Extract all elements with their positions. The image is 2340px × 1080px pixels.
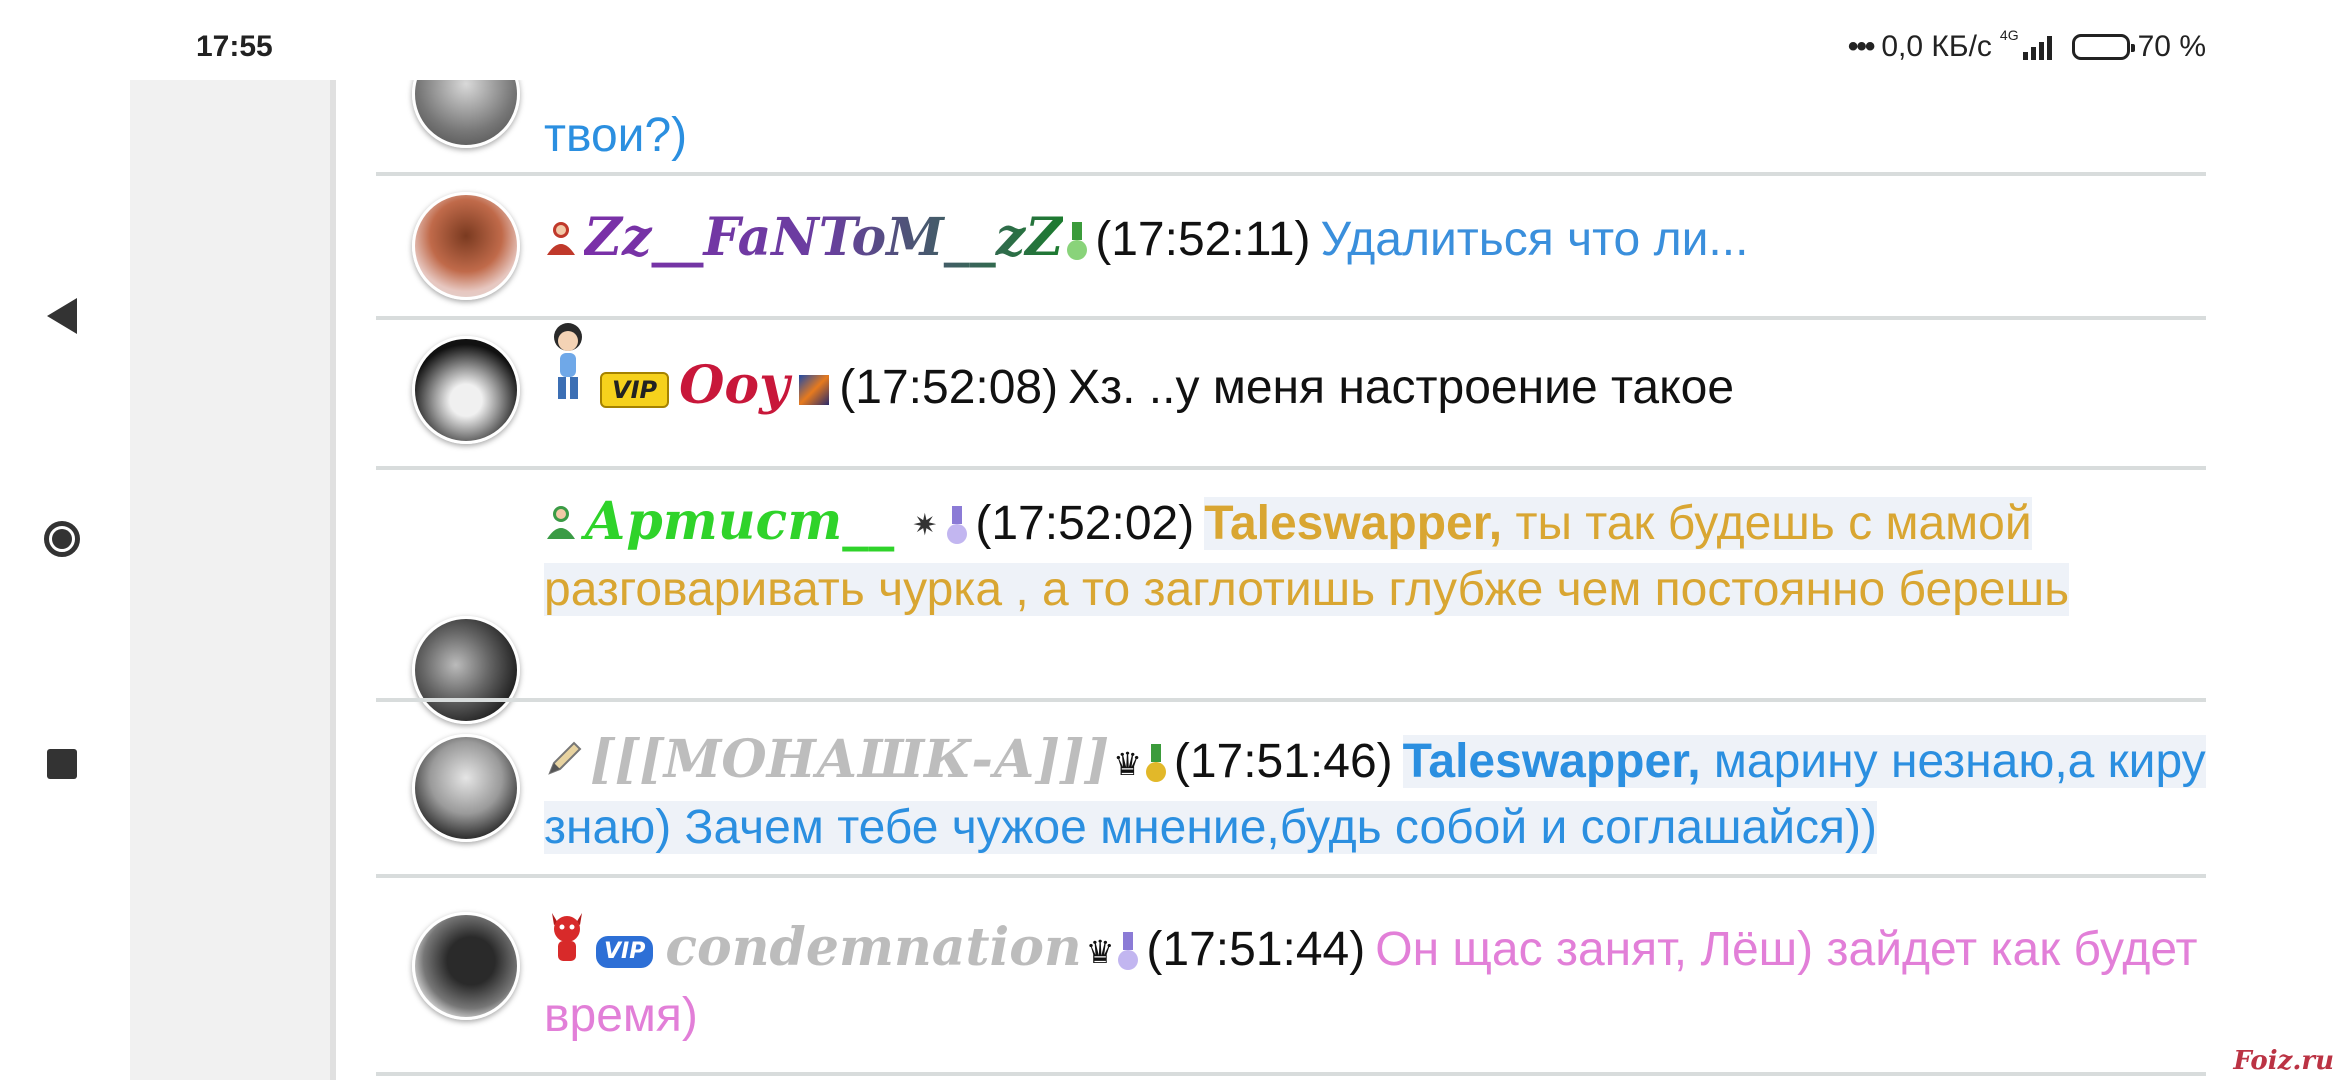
medal-icon — [1118, 932, 1139, 972]
user-avatar[interactable] — [412, 336, 520, 444]
crown-icon: ♛ — [1085, 934, 1115, 971]
status-indicators: ••• 0,0 КБ/с 4G 70 % — [1847, 27, 2206, 64]
watermark: Foiz.ru — [2233, 1046, 2334, 1076]
devil-icon — [544, 913, 590, 984]
recent-apps-icon — [47, 749, 77, 779]
chat-message[interactable]: Zz__FaNToM__zZ (17:52:11) Удалиться что ли… — [376, 176, 2212, 316]
user-nick[interactable]: Артист__ — [584, 491, 894, 552]
home-button[interactable] — [38, 515, 86, 563]
message-time: (17:51:44) — [1146, 923, 1366, 976]
message-text: твои?) — [544, 109, 688, 162]
medal-icon — [1145, 744, 1166, 784]
message-time: (17:52:11) — [1095, 213, 1311, 266]
crown-icon: ♛ — [1113, 746, 1142, 783]
chat-list[interactable]: твои?) Zz__FaNToM__zZ (17:52:11) Удалиться… — [336, 80, 2260, 1080]
battery-icon — [2071, 34, 2135, 60]
message-text: Удалиться что ли... — [1320, 213, 1749, 266]
message-divider — [376, 1072, 2206, 1076]
message-addressee[interactable]: Taleswapper, — [1204, 497, 1502, 550]
status-icon — [799, 375, 830, 406]
chat-message[interactable]: VIP Ooy (17:52:08) Хз. ..у меня настроение … — [376, 320, 2212, 466]
user-avatar[interactable] — [412, 912, 520, 1020]
user-avatar[interactable] — [412, 734, 520, 842]
right-edge — [2260, 0, 2340, 1080]
vip-badge: VIP — [600, 372, 670, 409]
chat-message[interactable]: VIP condemnation ♛ (17:51:44) Он щас занят, … — [376, 878, 2212, 1080]
home-icon — [44, 521, 80, 557]
medal-icon — [947, 506, 968, 546]
user-nick[interactable]: Zz__FaNToM__zZ — [584, 207, 1063, 268]
male-user-icon — [544, 494, 578, 558]
user-avatar[interactable] — [412, 192, 520, 300]
pencil-icon — [544, 732, 584, 796]
back-button[interactable] — [38, 292, 86, 340]
message-text: Хз. ..у меня настроение такое — [1068, 361, 1735, 414]
message-time: (17:52:02) — [975, 497, 1195, 550]
network-speed: 0,0 КБ/с — [1881, 30, 1992, 63]
navigation-bar — [0, 0, 130, 1080]
status-bar: 17:55 ••• 0,0 КБ/с 4G 70 % — [130, 0, 2260, 80]
message-addressee[interactable]: Taleswapper, — [1403, 735, 1701, 788]
more-notifications-icon: ••• — [1847, 30, 1875, 63]
message-time: (17:51:46) — [1173, 735, 1393, 788]
left-gutter — [130, 80, 330, 1080]
user-nick[interactable]: [[[МОНАШК-А]]] — [590, 729, 1109, 790]
chat-message[interactable]: твои?) — [376, 80, 2212, 162]
user-nick[interactable]: condemnation — [665, 917, 1081, 978]
character-icon — [544, 323, 594, 422]
recent-apps-button[interactable] — [38, 740, 86, 788]
network-type: 4G — [1999, 27, 2019, 43]
sparkle-icon: ✷ — [912, 509, 938, 543]
user-nick[interactable]: Ooy — [679, 355, 789, 416]
user-avatar[interactable] — [412, 80, 520, 148]
message-time: (17:52:08) — [839, 361, 1059, 414]
back-icon — [47, 298, 77, 334]
vip-badge: VIP — [596, 936, 654, 969]
medal-icon — [1067, 222, 1088, 262]
status-time: 17:55 — [196, 30, 273, 63]
female-user-icon — [544, 210, 578, 274]
battery-level: 70 % — [2137, 30, 2206, 63]
signal-icon — [2022, 34, 2052, 60]
